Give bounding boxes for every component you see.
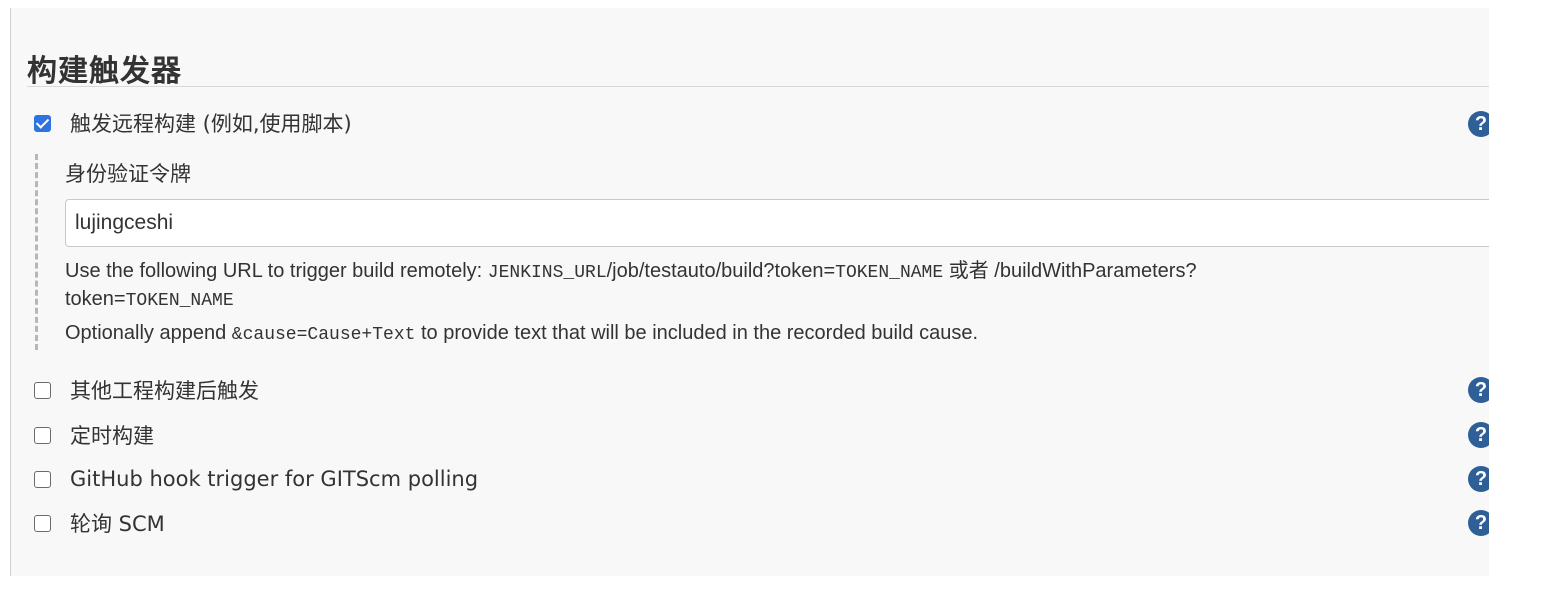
trigger-poll-scm-checkbox[interactable] <box>34 514 51 532</box>
remote-build-config: 身份验证令牌 Use the following URL to trigger … <box>35 154 1489 350</box>
help-icon[interactable]: ? <box>1468 377 1489 403</box>
section-title: 构建触发器 <box>27 54 182 89</box>
trigger-after-other-projects[interactable]: 其他工程构建后触发 <box>34 377 259 403</box>
help-icon[interactable]: ? <box>1468 466 1489 492</box>
help-icon[interactable]: ? <box>1468 422 1489 448</box>
trigger-github-hook[interactable]: GitHub hook trigger for GITScm polling <box>34 466 478 492</box>
trigger-remote-build-checkbox[interactable] <box>34 114 51 132</box>
trigger-remote-build[interactable]: 触发远程构建 (例如,使用脚本) <box>34 110 352 136</box>
trigger-after-other-projects-label: 其他工程构建后触发 <box>70 379 259 403</box>
cause-description: Optionally append &cause=Cause+Text to p… <box>65 322 978 345</box>
trigger-github-hook-checkbox[interactable] <box>34 470 51 488</box>
auth-token-label: 身份验证令牌 <box>65 162 191 186</box>
build-triggers-panel: 构建触发器 触发远程构建 (例如,使用脚本) ? 身份验证令牌 Use the … <box>10 8 1489 576</box>
remote-url-description-cont: token=TOKEN_NAME <box>65 288 234 311</box>
section-divider <box>27 86 1489 87</box>
remote-url-description: Use the following URL to trigger build r… <box>65 260 1197 283</box>
trigger-periodic-build-label: 定时构建 <box>70 424 154 448</box>
help-icon[interactable]: ? <box>1468 111 1489 137</box>
trigger-poll-scm[interactable]: 轮询 SCM <box>34 510 165 536</box>
trigger-periodic-build-checkbox[interactable] <box>34 426 51 444</box>
trigger-github-hook-label: GitHub hook trigger for GITScm polling <box>70 467 479 491</box>
trigger-after-other-projects-checkbox[interactable] <box>34 381 51 399</box>
trigger-remote-build-label: 触发远程构建 (例如,使用脚本) <box>70 112 352 136</box>
trigger-periodic-build[interactable]: 定时构建 <box>34 422 154 448</box>
trigger-poll-scm-label: 轮询 SCM <box>70 512 165 536</box>
help-icon[interactable]: ? <box>1468 510 1489 536</box>
auth-token-input[interactable] <box>65 199 1489 247</box>
